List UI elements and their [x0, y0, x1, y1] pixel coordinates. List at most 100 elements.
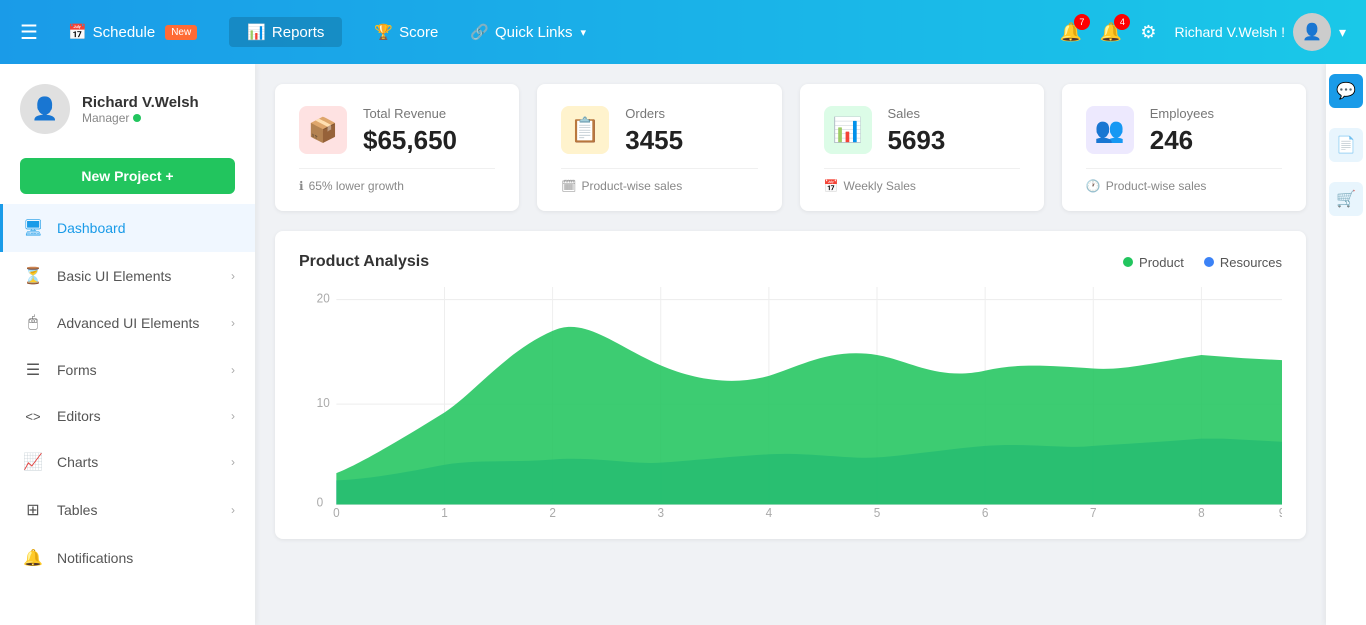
- svg-text:20: 20: [317, 291, 330, 305]
- svg-text:1: 1: [441, 506, 448, 517]
- doc-button[interactable]: 📄: [1329, 128, 1363, 162]
- product-analysis-chart: 20 10 0: [299, 287, 1282, 517]
- stat-card-orders: 📋 Orders 3455 🗓 Product-wise sales: [537, 84, 781, 211]
- reports-icon: 📊: [247, 23, 266, 41]
- svg-text:9: 9: [1279, 506, 1282, 517]
- schedule-icon: 📅: [68, 23, 87, 41]
- nav-schedule[interactable]: 📅 Schedule New: [68, 23, 197, 41]
- orders-value: 3455: [625, 125, 757, 156]
- orders-footer: 🗓 Product-wise sales: [561, 168, 757, 193]
- svg-text:0: 0: [317, 495, 324, 509]
- sales-icon: 📊: [824, 106, 872, 154]
- svg-text:0: 0: [333, 506, 340, 517]
- nav-schedule-label: Schedule: [93, 24, 156, 41]
- sidebar-item-charts[interactable]: 📈 Charts ›: [0, 438, 255, 486]
- nav-reports-label: Reports: [272, 24, 325, 41]
- chevron-right-icon: ›: [231, 316, 235, 330]
- chevron-down-icon: ▾: [581, 26, 587, 39]
- employees-value: 246: [1150, 125, 1282, 156]
- chat-button[interactable]: 💬: [1329, 74, 1363, 108]
- tables-icon: ⊞: [23, 500, 43, 520]
- stat-card-sales: 📊 Sales 5693 📅 Weekly Sales: [800, 84, 1044, 211]
- nav-quicklinks[interactable]: 🔗 Quick Links ▾: [470, 23, 586, 41]
- cart-icon: 🛒: [1336, 189, 1356, 209]
- sidebar-item-tables[interactable]: ⊞ Tables ›: [0, 486, 255, 534]
- employees-label: Employees: [1150, 106, 1282, 121]
- sales-label: Sales: [888, 106, 1020, 121]
- main-layout: 👤 Richard V.Welsh Manager New Project + …: [0, 64, 1366, 625]
- svg-text:4: 4: [766, 506, 773, 517]
- advanced-ui-icon: 🖱: [23, 314, 43, 332]
- employees-icon: 👥: [1086, 106, 1134, 154]
- user-dropdown-arrow: ▾: [1339, 24, 1346, 41]
- sidebar-item-dashboard[interactable]: 🖥 Dashboard: [0, 204, 255, 252]
- sidebar-user-role: Manager: [82, 111, 199, 125]
- product-legend-label: Product: [1139, 255, 1184, 270]
- svg-text:5: 5: [874, 506, 881, 517]
- notifications-icon: 🔔: [23, 548, 43, 568]
- quicklinks-icon: 🔗: [470, 23, 489, 41]
- info-icon: ℹ: [299, 179, 304, 193]
- nav-score-label: Score: [399, 24, 438, 41]
- sidebar-item-forms[interactable]: ☰ Forms ›: [0, 346, 255, 394]
- nav-quicklinks-label: Quick Links: [495, 24, 573, 41]
- chevron-right-icon: ›: [231, 269, 235, 283]
- svg-text:3: 3: [657, 506, 664, 517]
- chevron-right-icon: ›: [231, 409, 235, 423]
- bell-badge: 4: [1114, 14, 1130, 30]
- revenue-value: $65,650: [363, 125, 495, 156]
- settings-icon-btn[interactable]: ⚙: [1140, 22, 1156, 43]
- chevron-right-icon: ›: [231, 363, 235, 377]
- sidebar-item-label: Dashboard: [57, 220, 235, 236]
- user-menu[interactable]: Richard V.Welsh ! 👤 ▾: [1174, 13, 1346, 51]
- resources-legend-label: Resources: [1220, 255, 1282, 270]
- main-content: 📦 Total Revenue $65,650 ℹ 65% lower grow…: [255, 64, 1326, 625]
- avatar: 👤: [1293, 13, 1331, 51]
- sidebar-item-basic-ui[interactable]: ⏳ Basic UI Elements ›: [0, 252, 255, 300]
- stats-row: 📦 Total Revenue $65,650 ℹ 65% lower grow…: [275, 84, 1306, 211]
- sidebar-item-label: Tables: [57, 502, 231, 518]
- sidebar-user-name: Richard V.Welsh: [82, 94, 199, 111]
- calendar-icon: 🗓: [561, 179, 576, 193]
- svg-text:2: 2: [549, 506, 556, 517]
- online-indicator: [133, 114, 141, 122]
- sidebar-item-advanced-ui[interactable]: 🖱 Advanced UI Elements ›: [0, 300, 255, 346]
- bell-icon-btn[interactable]: 🔔 4: [1100, 22, 1122, 43]
- chart-title: Product Analysis: [299, 253, 429, 271]
- clock-icon: 🕐: [1086, 179, 1101, 193]
- legend-product: Product: [1123, 255, 1184, 270]
- user-name-label: Richard V.Welsh !: [1174, 24, 1285, 40]
- schedule-badge: New: [165, 25, 197, 40]
- chart-header: Product Analysis Product Resources: [299, 253, 1282, 271]
- top-navigation: ☰ 📅 Schedule New 📊 Reports 🏆 Score 🔗 Qui…: [0, 0, 1366, 64]
- sidebar-item-editors[interactable]: <> Editors ›: [0, 394, 255, 438]
- legend-resources: Resources: [1204, 255, 1282, 270]
- nav-right-section: 🔔 7 🔔 4 ⚙ Richard V.Welsh ! 👤 ▾: [1059, 13, 1346, 51]
- sidebar: 👤 Richard V.Welsh Manager New Project + …: [0, 64, 255, 625]
- svg-text:10: 10: [317, 396, 330, 410]
- sidebar-item-label: Advanced UI Elements: [57, 315, 231, 331]
- calendar-icon: 📅: [824, 179, 839, 193]
- cart-button[interactable]: 🛒: [1329, 182, 1363, 216]
- stat-card-revenue: 📦 Total Revenue $65,650 ℹ 65% lower grow…: [275, 84, 519, 211]
- revenue-icon: 📦: [299, 106, 347, 154]
- basic-ui-icon: ⏳: [23, 266, 43, 286]
- sales-value: 5693: [888, 125, 1020, 156]
- revenue-label: Total Revenue: [363, 106, 495, 121]
- editors-icon: <>: [23, 409, 43, 424]
- charts-icon: 📈: [23, 452, 43, 472]
- new-project-button[interactable]: New Project +: [20, 158, 235, 194]
- chevron-right-icon: ›: [231, 503, 235, 517]
- svg-text:7: 7: [1090, 506, 1097, 517]
- sales-footer: 📅 Weekly Sales: [824, 168, 1020, 193]
- hamburger-menu[interactable]: ☰: [20, 20, 38, 45]
- sidebar-item-label: Notifications: [57, 550, 235, 566]
- sidebar-item-label: Basic UI Elements: [57, 268, 231, 284]
- nav-reports[interactable]: 📊 Reports: [229, 17, 342, 47]
- nav-score[interactable]: 🏆 Score: [374, 23, 438, 41]
- sidebar-item-notifications[interactable]: 🔔 Notifications: [0, 534, 255, 582]
- resources-legend-dot: [1204, 257, 1214, 267]
- notifications-icon-btn[interactable]: 🔔 7: [1059, 22, 1081, 43]
- chart-legend: Product Resources: [1123, 255, 1282, 270]
- orders-icon: 📋: [561, 106, 609, 154]
